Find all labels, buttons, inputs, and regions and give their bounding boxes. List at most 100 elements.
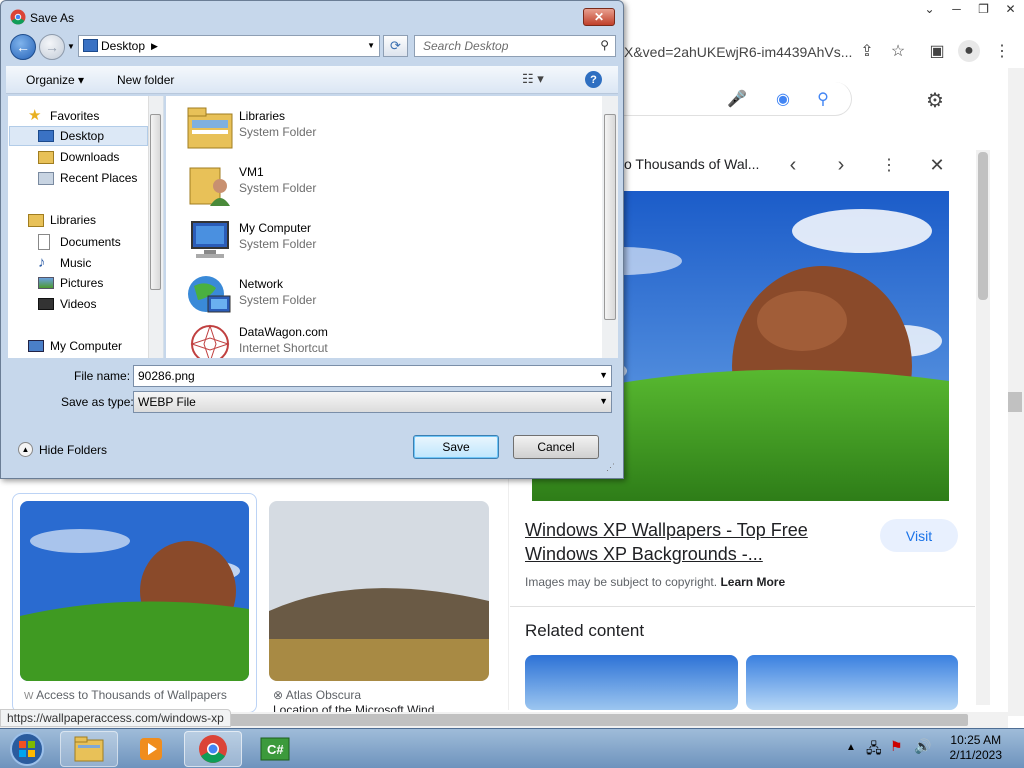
forward-button[interactable]: → (39, 34, 65, 60)
system-clock[interactable]: 10:25 AM 2/11/2023 (950, 733, 1003, 763)
result-image-2[interactable] (269, 501, 489, 681)
nav-scrollbar-thumb[interactable] (150, 114, 161, 290)
voice-search-icon[interactable]: 🎤 (726, 88, 748, 110)
chrome-icon[interactable] (184, 731, 242, 767)
nav-pictures[interactable]: Pictures (38, 276, 103, 290)
cancel-button[interactable]: Cancel (513, 435, 599, 459)
panel-scrollbar-thumb[interactable] (978, 152, 988, 300)
restore-button[interactable]: ❐ (970, 0, 997, 18)
csharp-icon[interactable]: C# (246, 731, 304, 767)
result-source-1[interactable]: Access to Thousands of Wallpapers (36, 688, 227, 702)
close-preview-icon[interactable]: ✕ (926, 154, 948, 176)
nav-favorites[interactable]: ★ Favorites (28, 108, 99, 124)
preview-panel-title[interactable]: o Thousands of Wal... (624, 156, 759, 172)
show-hidden-icons[interactable]: ▲ (846, 742, 856, 753)
back-button[interactable]: ← (10, 34, 36, 60)
file-item-vm1[interactable]: VM1 System Folder (186, 160, 316, 208)
previous-icon[interactable]: ‹ (782, 154, 804, 176)
media-player-icon[interactable] (122, 731, 180, 767)
result-subtitle-2[interactable]: Location of the Microsoft Wind... (273, 703, 444, 712)
browser-menu-icon[interactable]: ⋮ (991, 40, 1013, 62)
volume-icon[interactable]: 🔊 (914, 738, 931, 755)
recent-pages-dropdown[interactable]: ▼ (67, 42, 75, 51)
search-icon[interactable]: ⚲ (600, 38, 609, 52)
help-icon[interactable]: ? (585, 71, 602, 88)
page-scrollbar-thumb[interactable] (1008, 392, 1022, 412)
save-type-select[interactable]: WEBP File ▼ (133, 391, 612, 413)
nav-videos-label: Videos (60, 297, 97, 311)
file-name-label: File name: (74, 369, 131, 383)
result-title-link[interactable]: Windows XP Wallpapers - Top Free Windows… (525, 518, 855, 566)
network-tray-icon[interactable]: 🖧 (866, 738, 882, 762)
side-panel-icon[interactable]: ▣ (926, 40, 948, 62)
nav-desktop[interactable]: Desktop (38, 129, 104, 143)
result-caption-1[interactable]: W Access to Thousands of Wallpapers (24, 688, 227, 702)
hide-folders-button[interactable]: ▲ Hide Folders (18, 442, 107, 457)
related-thumb-1[interactable] (525, 655, 738, 710)
address-text[interactable]: Desktop (101, 39, 145, 53)
nav-recent-label: Recent Places (60, 171, 138, 185)
browser-close-button[interactable]: ✕ (997, 0, 1024, 18)
explorer-icon[interactable] (60, 731, 118, 767)
pictures-icon (38, 277, 54, 289)
computer-icon (191, 221, 229, 258)
save-type-dropdown-icon[interactable]: ▼ (599, 396, 608, 406)
file-type: Internet Shortcut (239, 341, 328, 355)
nav-desktop-label: Desktop (60, 129, 105, 143)
file-item-my-computer[interactable]: My Computer System Folder (186, 216, 316, 264)
horizontal-scrollbar-thumb[interactable] (150, 714, 968, 726)
dialog-title: Save As (30, 11, 75, 25)
settings-gear-icon[interactable]: ⚙ (924, 89, 946, 112)
learn-more-link[interactable]: Learn More (720, 575, 785, 589)
profile-avatar-icon[interactable]: ● (958, 40, 980, 62)
nav-videos[interactable]: Videos (38, 297, 96, 311)
file-name-input[interactable]: 90286.png ▼ (133, 365, 612, 387)
file-item-libraries[interactable]: Libraries System Folder (186, 104, 316, 152)
share-icon[interactable]: ⇪ (856, 40, 878, 62)
file-name-value: 90286.png (138, 369, 195, 383)
action-center-icon[interactable]: ⚑ (890, 738, 903, 755)
resize-grip-icon[interactable]: ⋰ (606, 462, 615, 473)
address-bar[interactable]: Desktop ▶ ▼ (78, 35, 380, 57)
dialog-close-button[interactable]: ✕ (583, 8, 615, 26)
file-scrollbar-thumb[interactable] (604, 114, 616, 320)
nav-favorites-label: Favorites (50, 109, 100, 123)
result-image-1[interactable] (20, 501, 249, 681)
file-item-network[interactable]: Network System Folder (186, 272, 316, 320)
new-folder-button[interactable]: New folder (117, 73, 174, 87)
bookmark-star-icon[interactable]: ☆ (887, 40, 909, 62)
file-name-dropdown-icon[interactable]: ▼ (599, 370, 608, 380)
videos-icon (38, 298, 54, 310)
file-name: My Computer (239, 221, 312, 235)
search-input[interactable]: Search Desktop ⚲ (414, 35, 616, 57)
result-source-2[interactable]: Atlas Obscura (286, 688, 361, 702)
more-options-icon[interactable]: ⋮ (878, 154, 900, 176)
nav-music[interactable]: ♪ Music (38, 255, 91, 271)
computer-icon (28, 340, 44, 352)
address-dropdown-icon[interactable]: ▼ (367, 41, 375, 50)
minimize-button[interactable]: ─ (943, 0, 970, 18)
nav-recent-places[interactable]: Recent Places (38, 171, 137, 185)
breadcrumb-arrow-icon[interactable]: ▶ (151, 41, 158, 52)
search-icon[interactable]: ⚲ (812, 88, 834, 110)
lens-icon[interactable]: ◉ (772, 88, 794, 110)
file-item-datawagon[interactable]: DataWagon.com Internet Shortcut (186, 320, 328, 358)
file-type: System Folder (239, 125, 317, 139)
save-button[interactable]: Save (413, 435, 499, 459)
file-type: System Folder (239, 237, 317, 251)
visit-button[interactable]: Visit (880, 519, 958, 552)
next-icon[interactable]: › (830, 154, 852, 176)
start-orb-icon[interactable] (2, 731, 52, 767)
result-caption-2[interactable]: ⊗ Atlas Obscura (273, 688, 361, 702)
refresh-button[interactable]: ⟳ (383, 35, 408, 57)
recent-places-icon (38, 171, 54, 185)
url-text[interactable]: X&ved=2ahUKEwjR6-im4439AhVs... (624, 44, 852, 60)
views-icon[interactable]: ☷ ▾ (522, 71, 544, 87)
nav-downloads[interactable]: Downloads (38, 150, 119, 164)
tab-search-icon[interactable]: ⌄ (916, 0, 943, 18)
organize-button[interactable]: Organize ▾ (26, 73, 84, 87)
nav-my-computer[interactable]: My Computer (28, 339, 122, 353)
nav-documents[interactable]: Documents (38, 234, 121, 250)
related-thumb-2[interactable] (746, 655, 958, 710)
nav-libraries[interactable]: Libraries (28, 213, 96, 227)
